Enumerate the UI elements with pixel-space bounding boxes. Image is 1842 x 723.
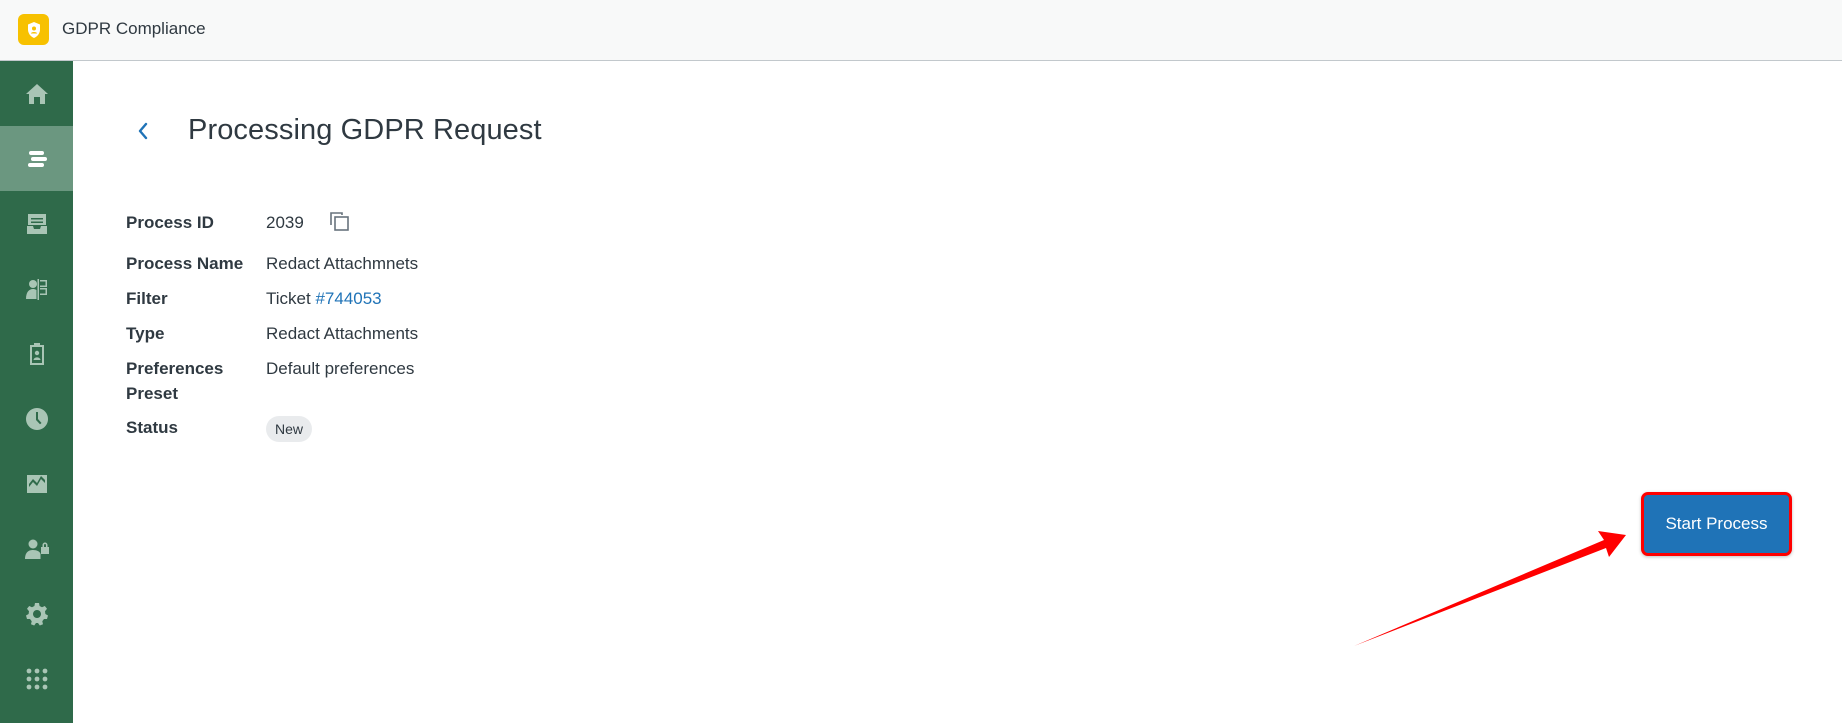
chevron-left-icon <box>138 122 148 140</box>
shield-user-icon <box>27 21 40 38</box>
sidebar-item-contacts[interactable] <box>0 256 73 321</box>
sidebar-item-history[interactable] <box>0 386 73 451</box>
clipboard-user-icon <box>29 342 44 365</box>
sidebar-item-apps[interactable] <box>0 646 73 711</box>
type-label: Type <box>126 324 165 343</box>
filter-value: Ticket #744053 <box>266 286 382 311</box>
user-lock-icon <box>24 539 49 559</box>
sidebar-item-analytics[interactable] <box>0 451 73 516</box>
list-icon <box>27 150 47 167</box>
gear-icon <box>25 602 48 625</box>
sidebar-item-reports[interactable] <box>0 321 73 386</box>
preferences-preset-label: Preferences Preset <box>126 359 224 403</box>
ticket-link[interactable]: #744053 <box>315 289 381 308</box>
app-title: GDPR Compliance <box>62 19 206 38</box>
sidebar-item-requests[interactable] <box>0 126 73 191</box>
process-name-value: Redact Attachmnets <box>266 254 419 273</box>
status-badge: New <box>266 416 313 442</box>
sidebar-item-home[interactable] <box>0 61 73 126</box>
process-name-label: Process Name <box>126 254 244 273</box>
chart-icon <box>26 474 47 493</box>
copy-icon[interactable] <box>328 210 352 234</box>
person-book-icon <box>25 278 47 300</box>
type-value: Redact Attachments <box>266 324 419 343</box>
process-id-value: 2039 <box>266 213 304 232</box>
sidebar-nav <box>0 61 73 723</box>
clock-icon <box>25 407 48 430</box>
process-id-label: Process ID <box>126 213 214 232</box>
status-value: New <box>266 416 313 442</box>
default-preferences-link[interactable]: Default preferences <box>266 356 414 381</box>
grid-icon <box>26 668 47 689</box>
home-icon <box>25 83 48 104</box>
back-button[interactable] <box>132 116 154 146</box>
start-process-button[interactable]: Start Process <box>1641 492 1792 556</box>
page-title: Processing GDPR Request <box>188 114 542 146</box>
filter-prefix: Ticket <box>266 289 311 308</box>
sidebar-item-access[interactable] <box>0 516 73 581</box>
red-arrow-icon <box>1354 531 1626 646</box>
status-label: Status <box>126 418 178 437</box>
sidebar-item-archive[interactable] <box>0 191 73 256</box>
archive-icon <box>26 213 47 234</box>
app-logo <box>18 14 49 45</box>
filter-label: Filter <box>126 289 168 308</box>
sidebar-item-settings[interactable] <box>0 581 73 646</box>
top-bar: GDPR Compliance <box>0 0 1842 61</box>
